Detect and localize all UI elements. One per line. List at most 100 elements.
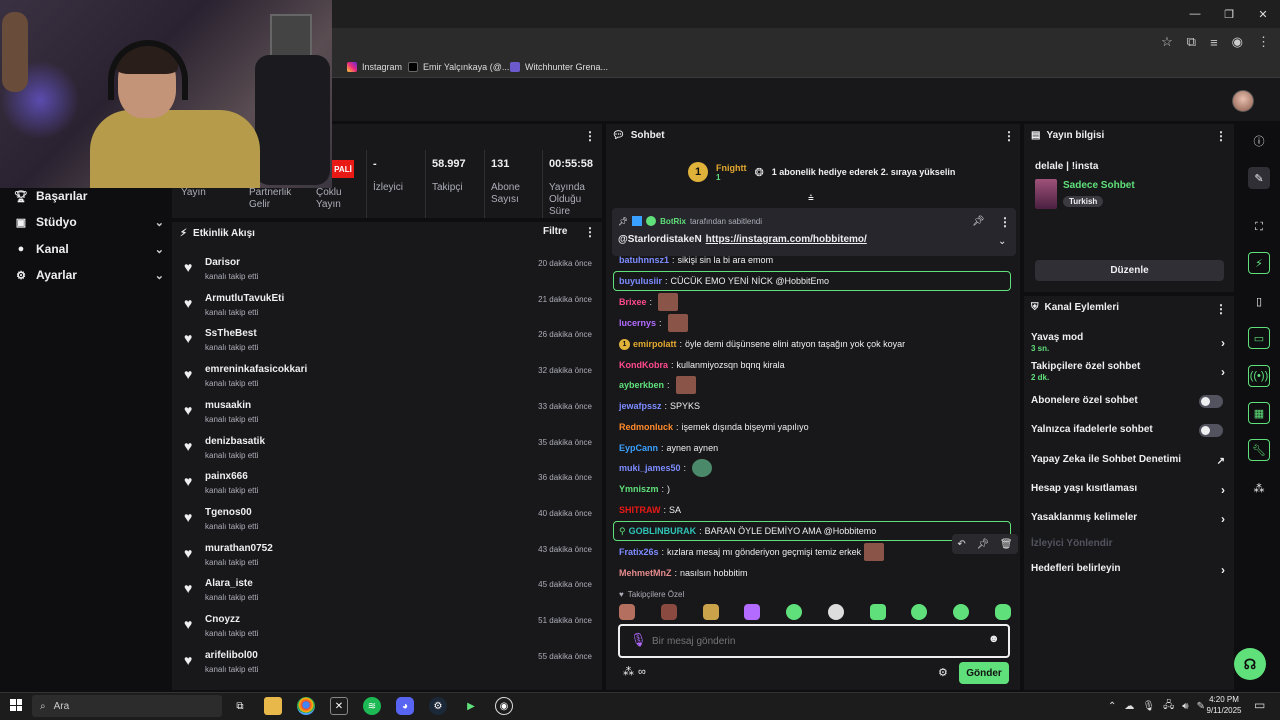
chevron-down-icon[interactable]: ⌄ (998, 236, 1006, 247)
emote-icon[interactable] (744, 604, 761, 620)
chat-username[interactable]: emirpolatt (633, 339, 677, 349)
chat-input-box[interactable]: 🎙︎ ☻ (618, 624, 1010, 658)
nav-ayarlar[interactable]: ⚙ Ayarlar ⌄ (14, 264, 164, 286)
chat-username[interactable]: Fratix26s (619, 547, 659, 557)
channel-action-item[interactable]: Yasaklanmış kelimeler › (1031, 512, 1229, 528)
pinned-message[interactable]: 📌︎ BotRix tarafından sabitlendi @Starlor… (612, 208, 1016, 256)
follower-name[interactable]: emreninkafasicokkari (205, 364, 307, 375)
filter-button[interactable]: Filtre (543, 226, 567, 237)
wrench-icon[interactable]: 🔧︎ (1248, 439, 1270, 461)
trash-icon[interactable]: 🗑︎ (1000, 539, 1013, 550)
channel-action-item[interactable]: Yavaş mod 3 sn. › (1031, 332, 1229, 356)
channel-action-item[interactable]: Abonelere özel sohbet (1031, 395, 1229, 411)
taskbar-clock[interactable]: 4:20 PM 9/11/2025 (1200, 694, 1248, 716)
minimize-button[interactable]: — (1178, 0, 1212, 28)
activity-item[interactable]: ♥ arifelibol00 kanalı takip etti 55 dakika … (184, 648, 594, 680)
chrome-icon[interactable] (297, 697, 315, 715)
maximize-button[interactable]: ❐ (1212, 0, 1246, 28)
chat-message[interactable]: Brixee: (619, 293, 679, 311)
follower-name[interactable]: Cnoyzz (205, 614, 240, 625)
layout-icon[interactable]: ▦ (1248, 402, 1270, 424)
activity-item[interactable]: ♥ emreninkafasicokkari kanalı takip etti 32… (184, 362, 594, 394)
activity-item[interactable]: ♥ musaakin kanalı takip etti 33 dakika önce (184, 398, 594, 430)
chat-message[interactable]: 1 emirpolatt: öyle demi düşünsene elini at… (619, 336, 905, 352)
extensions-icon[interactable]: ⧉ (1187, 34, 1196, 50)
lightning-icon[interactable]: ⚡︎ (1248, 252, 1270, 274)
follower-name[interactable]: ArmutluTavukEti (205, 293, 284, 304)
bookmark-star-icon[interactable]: ☆ (1161, 34, 1173, 50)
channel-action-item[interactable]: Hesap yaşı kısıtlaması › (1031, 483, 1229, 499)
crop-icon[interactable]: ⛶ (1248, 216, 1270, 238)
chat-message[interactable]: MehmetMnZ: nasılsın hobbitim (619, 565, 748, 581)
toggle-switch[interactable] (1199, 395, 1223, 408)
steam-icon[interactable]: ⚙ (429, 697, 447, 715)
chat-username[interactable]: Redmonluck (619, 422, 673, 432)
chat-username[interactable]: KondKobra (619, 360, 668, 370)
obs-icon[interactable]: ◉ (495, 697, 513, 715)
pinned-menu-icon[interactable]: ⋮ (999, 215, 1011, 229)
browser-menu-icon[interactable]: ⋮ (1257, 34, 1270, 50)
edit-icon[interactable]: ✎ (1248, 167, 1270, 189)
toggle-switch[interactable] (1199, 424, 1223, 437)
chat-username[interactable]: jewafpssz (619, 401, 662, 411)
unpin-icon[interactable]: 📌︎ (972, 216, 985, 227)
channel-action-item[interactable]: Yalnızca ifadelerle sohbet (1031, 424, 1229, 440)
pin-icon[interactable]: 📌︎ (976, 539, 989, 550)
file-explorer-icon[interactable] (264, 697, 282, 715)
avatar[interactable] (1232, 90, 1254, 112)
channel-action-item[interactable]: Takipçilere özel sohbet 2 dk. › (1031, 361, 1229, 385)
follower-name[interactable]: Alara_iste (205, 578, 253, 589)
follower-name[interactable]: musaakin (205, 400, 251, 411)
emote-icon[interactable] (619, 604, 635, 620)
channel-action-item[interactable]: Hedefleri belirleyin › (1031, 563, 1229, 579)
follower-name[interactable]: painx666 (205, 471, 248, 482)
channel-actions-menu-icon[interactable]: ⋮ (1215, 302, 1227, 316)
chat-username[interactable]: GOBLINBURAK (629, 526, 697, 536)
document-icon[interactable]: ▯ (1248, 290, 1270, 312)
chat-message[interactable]: Fratix26s: kızlara mesaj mı gönderiyon ge… (619, 543, 885, 561)
emote-icon[interactable] (911, 604, 928, 620)
chat-message[interactable]: KondKobra: kullanmiyozsqn bqnq kirala (619, 357, 785, 373)
activity-item[interactable]: ♥ painx666 kanalı takip etti 36 dakika önce (184, 469, 594, 501)
points-icon[interactable]: ⁂ (623, 665, 634, 678)
chat-message[interactable]: Ymniszm:) (619, 481, 670, 497)
collapse-icon[interactable]: ⩮ (808, 193, 814, 204)
chat-username[interactable]: muki_james50 (619, 463, 681, 473)
activity-item[interactable]: ♥ SsTheBest kanalı takip etti 26 dakika önc… (184, 326, 594, 358)
chat-message[interactable]: Redmonluck: işemek dışında bişeymi yapılı… (619, 419, 809, 435)
follower-name[interactable]: denizbasatik (205, 436, 265, 447)
activity-item[interactable]: ♥ Cnoyzz kanalı takip etti 51 dakika önce (184, 612, 594, 644)
emote-icon[interactable] (994, 604, 1011, 620)
task-view-icon[interactable]: ⧉ (231, 697, 249, 715)
stream-info-menu-icon[interactable]: ⋮ (1215, 129, 1227, 143)
chat-message[interactable]: ⚲ GOBLINBURAK: BARAN ÖYLE DEMİYO AMA @Hobb… (619, 523, 876, 539)
close-window-button[interactable]: ✕ (1246, 0, 1280, 28)
emote-icon[interactable] (702, 604, 719, 620)
activity-item[interactable]: ♥ denizbasatik kanalı takip etti 35 dakika … (184, 434, 594, 466)
chat-message[interactable]: batuhnnsz1: sikişi sin la bi ara emom (619, 252, 773, 268)
gift-leaderboard[interactable]: 1 Fnightt 1 ❂ 1 abonelik hediye ederek 2… (688, 160, 955, 184)
emote-icon[interactable] (827, 604, 844, 620)
activity-item[interactable]: ♥ Darisor kanalı takip etti 20 dakika önce (184, 255, 594, 287)
bookmark-x[interactable]: Emir Yalçınkaya (@... (408, 58, 509, 76)
chat-username[interactable]: EypCann (619, 443, 658, 453)
chat-username[interactable]: ayberkben (619, 380, 664, 390)
activity-menu-icon[interactable]: ⋮ (584, 225, 596, 239)
chat-message[interactable]: jewafpssz: SPYKS (619, 398, 700, 414)
activity-item[interactable]: ♥ Alara_iste kanalı takip etti 45 dakika ön… (184, 576, 594, 608)
media-icon[interactable]: ≡ (1210, 35, 1218, 50)
microphone-icon[interactable]: 🎙︎ (630, 632, 647, 648)
chat-message[interactable]: muki_james50: (619, 459, 713, 477)
nav-basarilar[interactable]: 🏆︎ Başarılar (14, 185, 164, 207)
bookmark-instagram[interactable]: Instagram (347, 58, 402, 76)
kick-icon[interactable]: ▶ (462, 697, 480, 715)
discord-icon[interactable]: ◕ (396, 697, 414, 715)
pinned-link[interactable]: https://instagram.com/hobbitemo/ (706, 234, 867, 245)
chat-message[interactable]: buyulusiir: CÜCÜK EMO YENİ NİCK @HobbitEm… (619, 273, 829, 289)
emote-icon[interactable] (953, 604, 970, 620)
broadcast-icon[interactable]: ((•)) (1248, 365, 1270, 387)
follower-name[interactable]: Tgenos00 (205, 507, 252, 518)
chat-username[interactable]: Ymniszm (619, 484, 659, 494)
mic-icon[interactable]: 🎙︎ (1142, 701, 1155, 712)
chat-username[interactable]: buyulusiir (619, 276, 662, 286)
